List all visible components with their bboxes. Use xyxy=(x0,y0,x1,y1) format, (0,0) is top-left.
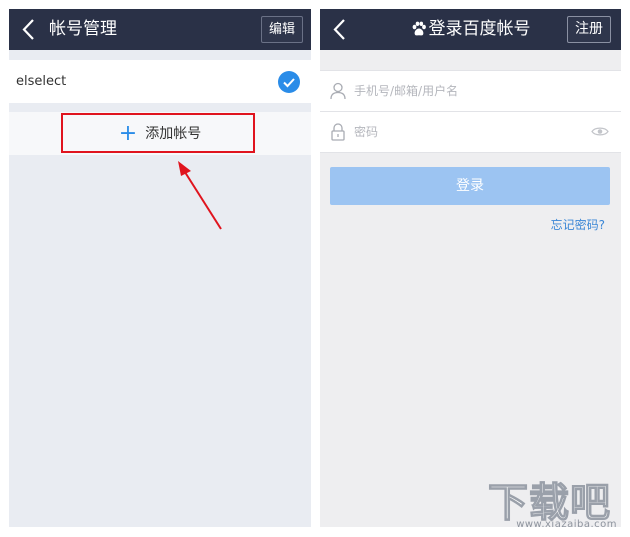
watermark-domain: www.xiazaiba.com xyxy=(516,519,617,530)
username-input[interactable] xyxy=(354,77,584,105)
navbar: 帐号管理 编辑 xyxy=(9,9,311,50)
annotation-arrow xyxy=(178,161,222,230)
forgot-password-link[interactable]: 忘记密码? xyxy=(551,216,605,233)
account-name: elselect xyxy=(16,74,67,89)
lock-icon xyxy=(331,123,345,141)
checkmark-icon xyxy=(278,71,300,93)
user-icon xyxy=(330,82,346,100)
page-title: 帐号管理 xyxy=(49,19,117,39)
watermark: 下载吧 www.xiazaiba.com xyxy=(487,470,623,534)
highlight-box xyxy=(61,113,255,153)
back-button[interactable] xyxy=(13,9,45,50)
account-list-item[interactable]: elselect xyxy=(9,60,311,103)
username-row xyxy=(320,70,621,112)
baidu-login-screen: 登录百度帐号 注册 登录 忘记密码? xyxy=(320,9,621,527)
paw-icon xyxy=(412,21,426,36)
password-row xyxy=(320,112,621,153)
edit-button[interactable]: 编辑 xyxy=(260,16,303,43)
account-management-screen: 帐号管理 编辑 elselect + 添加帐号 xyxy=(9,9,311,527)
password-input[interactable] xyxy=(354,118,584,146)
eye-icon[interactable] xyxy=(591,126,609,137)
back-chevron-icon xyxy=(22,19,34,40)
title-text: 登录百度帐号 xyxy=(428,19,531,39)
navbar: 登录百度帐号 注册 xyxy=(320,9,621,50)
login-button[interactable]: 登录 xyxy=(330,167,610,205)
register-button[interactable]: 注册 xyxy=(567,16,611,43)
